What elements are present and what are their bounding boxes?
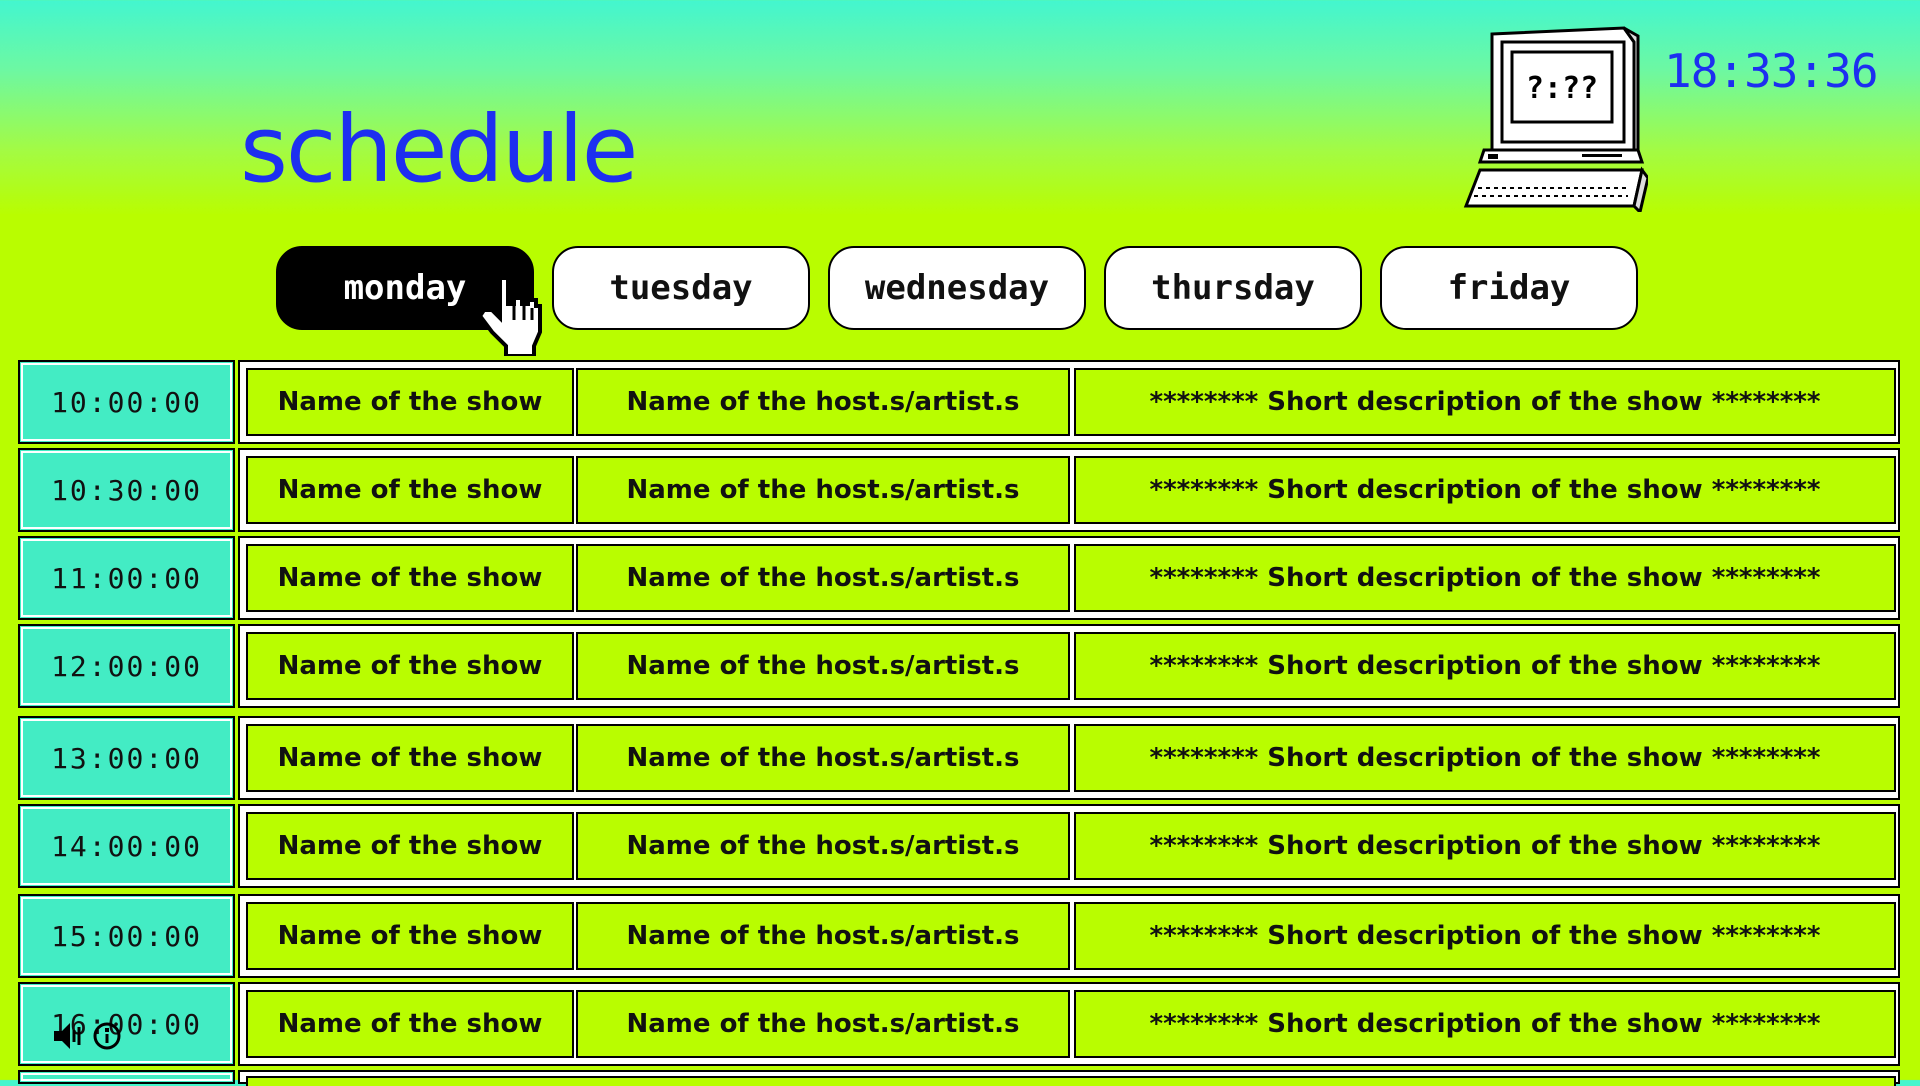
description-cell: ******** Short description of the show *…: [1074, 724, 1896, 792]
host-cell: Name of the host.s/artist.s: [576, 724, 1070, 792]
schedule-row: 12:00:00 Name of the show Name of the ho…: [18, 624, 1900, 708]
host-cell: Name of the host.s/artist.s: [576, 544, 1070, 612]
speaker-icon[interactable]: [52, 1021, 86, 1051]
description-cell: ******** Short description of the show *…: [1074, 456, 1896, 524]
schedule-row-partial: [18, 1070, 1900, 1086]
schedule-row: 15:00:00 Name of the show Name of the ho…: [18, 894, 1900, 978]
show-name-cell: Name of the show: [246, 990, 574, 1058]
tab-thursday[interactable]: thursday: [1104, 246, 1362, 330]
show-name-cell: Name of the show: [246, 632, 574, 700]
description-cell: ******** Short description of the show *…: [1074, 812, 1896, 880]
host-cell: Name of the host.s/artist.s: [576, 456, 1070, 524]
schedule-row: 11:00:00 Name of the show Name of the ho…: [18, 536, 1900, 620]
description-cell: ******** Short description of the show *…: [1074, 902, 1896, 970]
description-cell: ******** Short description of the show *…: [1074, 990, 1896, 1058]
tab-wednesday[interactable]: wednesday: [828, 246, 1086, 330]
time-cell: 11:00:00: [18, 536, 235, 620]
host-cell: Name of the host.s/artist.s: [576, 990, 1070, 1058]
clock: 18:33:36: [1664, 44, 1879, 98]
hand-pointer-icon: [477, 276, 542, 356]
description-cell: ******** Short description of the show *…: [1074, 632, 1896, 700]
schedule-row-partial-body: [246, 1076, 1896, 1086]
show-name-cell: Name of the show: [246, 456, 574, 524]
computer-icon: ?:??: [1463, 26, 1648, 212]
audio-player-controls: [52, 1016, 142, 1056]
schedule-row: 16:00:00 Name of the show Name of the ho…: [18, 982, 1900, 1066]
time-cell: 14:00:00: [18, 804, 235, 888]
computer-screen-text: ?:??: [1526, 71, 1598, 106]
host-cell: Name of the host.s/artist.s: [576, 368, 1070, 436]
tab-friday[interactable]: friday: [1380, 246, 1638, 330]
time-cell: 15:00:00: [18, 894, 235, 978]
time-cell: 13:00:00: [18, 716, 235, 800]
show-name-cell: Name of the show: [246, 812, 574, 880]
show-name-cell: Name of the show: [246, 902, 574, 970]
info-circle-icon[interactable]: [92, 1021, 122, 1051]
time-cell: 10:00:00: [18, 360, 235, 444]
time-cell: 10:30:00: [18, 448, 235, 532]
host-cell: Name of the host.s/artist.s: [576, 812, 1070, 880]
description-cell: ******** Short description of the show *…: [1074, 368, 1896, 436]
show-name-cell: Name of the show: [246, 544, 574, 612]
description-cell: ******** Short description of the show *…: [1074, 544, 1896, 612]
host-cell: Name of the host.s/artist.s: [576, 902, 1070, 970]
time-cell: 12:00:00: [18, 624, 235, 708]
schedule-row: 10:00:00 Name of the show Name of the ho…: [18, 360, 1900, 444]
show-name-cell: Name of the show: [246, 724, 574, 792]
schedule-row: 10:30:00 Name of the show Name of the ho…: [18, 448, 1900, 532]
schedule-row: 13:00:00 Name of the show Name of the ho…: [18, 716, 1900, 800]
time-cell: [18, 1070, 235, 1084]
host-cell: Name of the host.s/artist.s: [576, 632, 1070, 700]
show-name-cell: Name of the show: [246, 368, 574, 436]
page-title: schedule: [240, 96, 638, 203]
tab-tuesday[interactable]: tuesday: [552, 246, 810, 330]
schedule-row: 14:00:00 Name of the show Name of the ho…: [18, 804, 1900, 888]
